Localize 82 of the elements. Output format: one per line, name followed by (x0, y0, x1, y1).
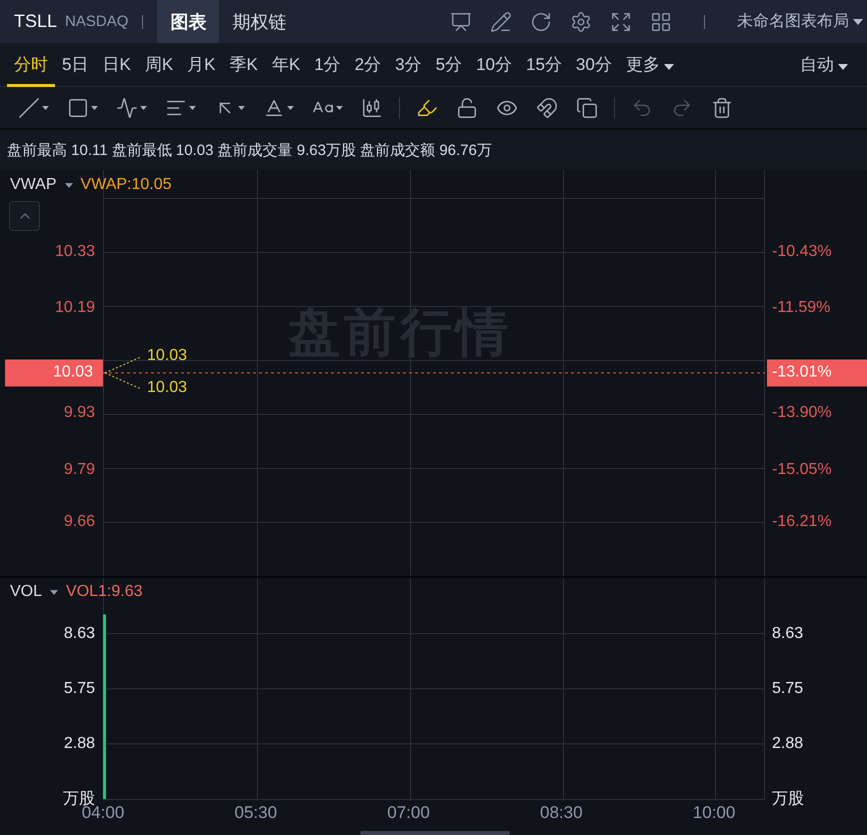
drawing-tool-button[interactable] (114, 96, 149, 118)
current-change-tag: -13.01% (767, 359, 867, 386)
leader-line (104, 356, 142, 390)
period-tab[interactable]: 季K (222, 42, 265, 86)
magnet-icon (536, 96, 558, 118)
caret-icon (140, 106, 147, 110)
current-price-tag: 10.03 (5, 359, 103, 386)
caret-icon (853, 18, 863, 24)
price-tick: 9.79 (64, 460, 95, 479)
price-tick: 9.93 (64, 404, 95, 422)
period-tab[interactable]: 5分 (428, 42, 470, 86)
trash-icon (711, 96, 733, 118)
volume-tick: 2.88 (772, 734, 804, 753)
period-tab[interactable]: 周K (138, 42, 180, 86)
period-tab[interactable]: 30分 (568, 42, 619, 86)
caret-icon (287, 106, 294, 110)
refresh-icon[interactable] (530, 10, 552, 32)
candlestick-icon (361, 96, 383, 118)
percent-tick: -13.90% (772, 404, 832, 422)
chart-tab[interactable]: 图表 (157, 0, 220, 43)
percent-tick: -16.21% (772, 513, 832, 531)
ticker-symbol: TSLL (14, 11, 58, 32)
time-label: 05:30 (234, 803, 278, 823)
price-callout-label: 10.03 (147, 378, 188, 397)
caret-icon (64, 182, 73, 188)
caret-icon (189, 106, 196, 110)
drawing-tool-button[interactable] (16, 96, 51, 118)
time-label: 07:00 (387, 803, 430, 823)
wave-icon (116, 96, 138, 118)
exchange-name: NASDAQ (65, 13, 128, 30)
chart-board-icon[interactable] (450, 10, 472, 32)
caret-icon (238, 106, 245, 110)
scrollbar[interactable] (360, 831, 510, 835)
period-tab[interactable]: 5日 (55, 42, 96, 86)
layers-icon (576, 96, 598, 118)
time-label: 08:30 (540, 803, 583, 823)
unit-label: 万股 (772, 790, 804, 810)
more-dropdown[interactable]: 更多 (618, 42, 681, 86)
layout-dropdown[interactable]: 未命名图表布局 (737, 11, 867, 32)
grid-layout-icon[interactable] (650, 10, 672, 32)
volume-tick: 2.88 (64, 734, 95, 753)
caret-icon (838, 64, 848, 70)
percent-tick: -15.05% (772, 460, 832, 479)
caret-icon (91, 106, 98, 110)
drawing-tool-button[interactable] (534, 96, 560, 118)
period-tab[interactable]: 2分 (348, 42, 388, 86)
percent-tick: -11.59% (772, 299, 830, 318)
volume-tick: 5.75 (772, 680, 804, 698)
price-callout-label: 10.03 (147, 346, 188, 365)
period-tab[interactable]: 1分 (307, 42, 348, 86)
line-tool-icon (18, 96, 40, 118)
pencil-icon[interactable] (490, 10, 512, 32)
volume-tick: 5.75 (64, 680, 95, 698)
period-tab[interactable]: 10分 (469, 42, 519, 86)
volume-tick: 8.63 (64, 624, 95, 643)
caret-icon (336, 106, 343, 110)
time-label: 10:00 (692, 803, 736, 823)
indicator-value: VWAP:10.05 (80, 176, 172, 194)
volume-tick: 8.63 (772, 624, 804, 643)
period-tab[interactable]: 年K (264, 42, 308, 86)
caret-icon (42, 106, 49, 110)
indicator-value: VOL1:9.63 (66, 583, 143, 601)
rectangle-icon (67, 96, 89, 118)
period-tab[interactable]: 15分 (518, 42, 569, 86)
indicator-dropdown[interactable]: VOL (10, 583, 58, 601)
period-tab[interactable]: 日K (95, 42, 138, 86)
caret-icon (664, 64, 674, 70)
caret-icon (50, 590, 58, 594)
chart-tab[interactable]: 期权链 (219, 0, 300, 43)
period-tab[interactable]: 月K (180, 42, 222, 86)
drawing-tool-button[interactable] (574, 96, 600, 118)
period-tab[interactable]: 3分 (388, 42, 429, 86)
percent-tick: -10.43% (772, 243, 832, 261)
settings-icon[interactable] (570, 10, 592, 32)
indicator-dropdown[interactable]: VWAP (10, 176, 73, 194)
price-tick: 9.66 (64, 513, 95, 531)
price-tick: 10.19 (54, 299, 95, 318)
premarket-summary: 盘前最高 10.11 盘前最低 10.03 盘前成交量 9.63万股 盘前成交额 96.76万 (0, 130, 867, 170)
unlock-icon (456, 96, 478, 118)
scale-dropdown[interactable]: 自动 (793, 42, 855, 86)
fullscreen-icon[interactable] (610, 10, 632, 32)
price-tick: 10.33 (54, 243, 95, 261)
